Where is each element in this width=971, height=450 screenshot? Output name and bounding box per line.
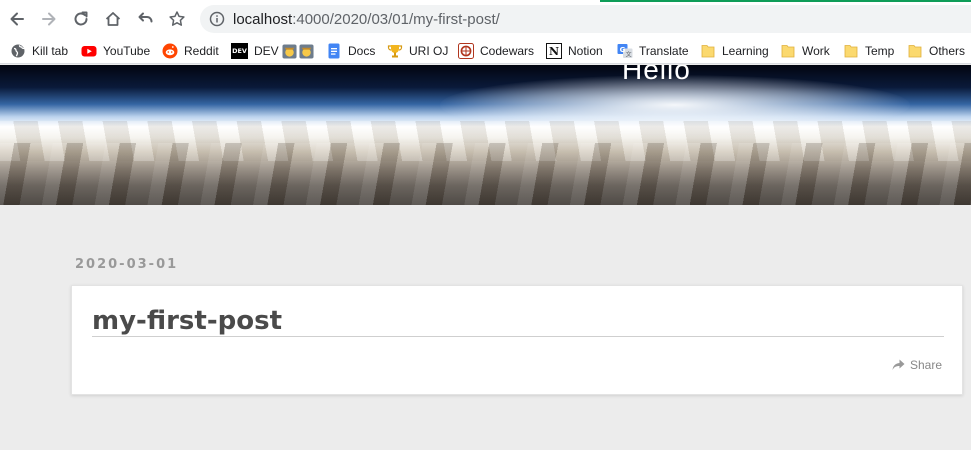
bookmark-label: YouTube (103, 44, 151, 58)
bookmark-notion[interactable]: N Notion (546, 42, 603, 60)
youtube-icon (81, 43, 97, 59)
bookmark-label: Temp (865, 44, 895, 58)
undo-button[interactable] (133, 7, 157, 31)
home-button[interactable] (101, 7, 125, 31)
bookmark-label: URI OJ (409, 44, 449, 58)
docs-icon (326, 43, 342, 59)
home-icon (105, 12, 121, 26)
bookmark-youtube[interactable]: YouTube (81, 42, 150, 60)
reload-button[interactable] (69, 7, 93, 31)
share-button[interactable]: Share (892, 358, 942, 372)
bookmarks-bar: Kill tab YouTube Reddit DEV DEV Docs URI… (0, 38, 971, 64)
emoji-icon (299, 43, 314, 59)
cloud-layer (0, 143, 971, 205)
bookmark-translate[interactable]: G文 Translate (617, 42, 689, 60)
bookmark-folder-work[interactable]: Work (780, 42, 830, 60)
hero-banner: Hello (0, 65, 971, 205)
bookmark-codewars[interactable]: Codewars (458, 42, 534, 60)
url-path: :4000/2020/03/01/my-first-post/ (292, 11, 500, 28)
share-icon (892, 359, 905, 370)
address-bar[interactable]: localhost:4000/2020/03/01/my-first-post/ (200, 5, 971, 33)
bookmark-label: Docs (348, 44, 376, 58)
bookmark-label: Translate (639, 44, 689, 58)
bookmark-folder-temp[interactable]: Temp (843, 42, 894, 60)
folder-icon (843, 43, 859, 59)
folder-icon (700, 43, 716, 59)
bookmark-label: Notion (568, 44, 603, 58)
notion-icon: N (546, 43, 562, 59)
browser-toolbar: localhost:4000/2020/03/01/my-first-post/ (0, 0, 971, 38)
bookmark-label: Codewars (480, 44, 535, 58)
svg-text:文: 文 (626, 51, 632, 59)
bookmark-kill-tab[interactable]: Kill tab (10, 42, 68, 60)
globe-icon (10, 43, 26, 59)
tab-accent-line (600, 0, 971, 2)
translate-icon: G文 (617, 43, 633, 59)
reddit-icon (162, 43, 178, 59)
bookmark-label: Learning (722, 44, 769, 58)
codewars-icon (458, 43, 474, 59)
url-text[interactable]: localhost:4000/2020/03/01/my-first-post/ (233, 11, 500, 28)
bookmark-folder-learning[interactable]: Learning (700, 42, 769, 60)
post-card: my-first-post Share (71, 285, 963, 395)
bookmark-folder-others[interactable]: Others (907, 42, 965, 60)
back-arrow-icon (10, 12, 24, 26)
forward-arrow-icon (42, 12, 56, 26)
bookmark-label: Others (929, 44, 966, 58)
bookmark-star-button[interactable] (165, 7, 189, 31)
dev-icon: DEV (231, 43, 248, 59)
post-date: 2020-03-01 (75, 257, 179, 272)
back-button[interactable] (5, 7, 29, 31)
folder-icon (780, 43, 796, 59)
bookmark-dev[interactable]: DEV DEV (231, 42, 314, 60)
forward-button[interactable] (37, 7, 61, 31)
info-icon[interactable] (209, 11, 225, 27)
bookmark-label: Work (802, 44, 830, 58)
bookmark-label: Kill tab (32, 44, 69, 58)
bookmark-label: DEV (254, 44, 279, 58)
reload-icon (74, 11, 88, 26)
hero-title: Hello (622, 65, 691, 85)
folder-icon (907, 43, 923, 59)
post-title[interactable]: my-first-post (92, 306, 944, 337)
undo-icon (138, 12, 153, 23)
bookmark-docs[interactable]: Docs (326, 42, 375, 60)
trophy-icon (387, 43, 403, 59)
star-icon (169, 11, 185, 26)
bookmark-reddit[interactable]: Reddit (162, 42, 219, 60)
bookmark-label: Reddit (184, 44, 219, 58)
emoji-icon (282, 43, 297, 59)
share-label: Share (909, 358, 942, 372)
bookmark-uri-oj[interactable]: URI OJ (387, 42, 448, 60)
url-host: localhost (233, 11, 293, 28)
